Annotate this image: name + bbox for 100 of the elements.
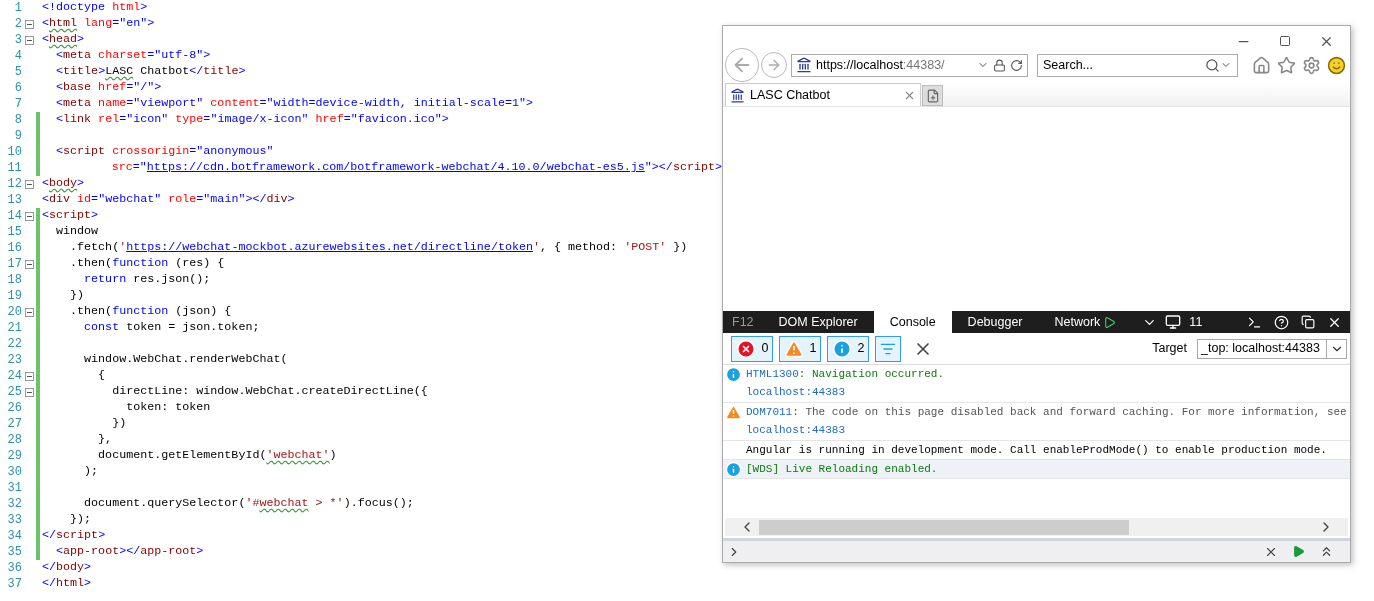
source-link[interactable]: localhost:44383 [746,422,846,439]
code-line: <script> [42,207,99,225]
code-line: }) [69,287,85,305]
line-number: 9 [13,128,22,145]
filter-button[interactable]: 0 [731,335,773,362]
star-icon[interactable] [1277,55,1296,75]
code-line: <meta name="viewport" content="width=device-width, initial-scale=1"> [55,95,533,113]
code-line: document.getElementById('webchat') [97,447,337,465]
console-message[interactable]: HTML1300: Navigation occurred. localhost:44383 [723,365,1350,403]
devtools-tab[interactable]: Console [873,311,952,333]
filter-button[interactable]: 1 [779,335,821,362]
scrollbar-thumb[interactable] [759,519,1129,535]
fold-toggle-icon[interactable] [24,211,34,221]
source-link[interactable]: localhost:44383 [746,384,846,401]
code-line: <head> [42,31,85,49]
console-message[interactable]: Angular is running in development mode. Call enableProdMode() to enable production mode. [723,441,1350,460]
fold-toggle-icon[interactable] [24,387,34,397]
line-number: 12 [6,176,22,193]
line-number: 13 [6,192,22,209]
maximize-icon[interactable] [1279,35,1291,47]
line-number: 32 [6,496,22,513]
code-line: document.querySelector('#webchat > *').focus(); [83,495,414,513]
message-code-link[interactable]: HTML1300 [746,365,799,383]
message-code-link[interactable]: DOM7011 [746,403,793,421]
line-number: 15 [6,224,22,241]
line-number: 18 [6,272,22,289]
code-line: .then(function (res) { [69,255,225,273]
code-url[interactable]: https://webchat-mockbot.azurewebsites.net/directline/token [126,240,533,255]
smiley-icon[interactable] [1327,55,1346,75]
code-line: <base href="/"> [55,79,162,97]
fold-toggle-icon[interactable] [24,307,34,317]
code-line: { [97,367,106,385]
search-icon[interactable] [1205,57,1220,73]
emulation-version[interactable]: 11 [1189,312,1203,332]
search-input[interactable]: Search... [1043,55,1205,75]
line-number: 36 [6,560,22,577]
target-label: Target [1152,340,1187,358]
line-number: 21 [6,320,22,337]
devtools-tab[interactable]: Network [1038,311,1133,333]
code-line: <link rel="icon" type="image/x-icon" href="favicon.ico"> [55,111,449,129]
fold-toggle-icon[interactable] [24,19,34,29]
code-line: <!doctype html> [42,0,148,17]
warning-icon [783,338,804,359]
devtools-tab[interactable]: DOM Explorer [762,311,874,333]
line-number: 14 [6,208,22,225]
fold-toggle-icon[interactable] [24,371,34,381]
home-icon[interactable] [1252,55,1271,75]
address-bar[interactable]: https://localhost:44383/ [791,53,1028,77]
line-number: 5 [13,64,22,81]
line-number: 6 [13,80,22,97]
code-url[interactable]: https://cdn.botframework.com/botframework-webchat/4.10.0/webchat-es5.js [146,160,645,175]
code-line: </body> [42,559,92,577]
line-number: 22 [6,336,22,353]
settings-icon[interactable] [1302,55,1321,75]
message-text: [WDS] Live Reloading enabled. [746,461,938,477]
refresh-icon[interactable] [1010,58,1023,72]
console-icon[interactable] [1247,314,1262,330]
code-line: .fetch('https://webchat-mockbot.azurewebsites.net/directline/token', { method: 'POST' }) [69,239,688,257]
help-icon[interactable] [1274,314,1289,330]
play-icon [1103,315,1117,329]
horizontal-scrollbar[interactable] [725,518,1348,536]
line-number: 29 [6,448,22,465]
clear-on-navigate-button[interactable] [875,335,901,362]
console-message[interactable]: DOM7011: The code on this page disabled back and forward caching. For more information, see localhost:44383 [723,403,1350,441]
devtools-tab[interactable]: Debugger [951,311,1039,333]
info-icon [831,338,852,359]
search-field[interactable]: Search... [1037,53,1238,77]
fold-toggle-icon[interactable] [24,179,34,189]
code-line: .then(function (json) { [69,303,232,321]
code-line: <app-root></app-root> [55,543,204,561]
line-number: 2 [13,16,22,33]
code-line: window.WebChat.renderWebChat( [83,351,288,369]
site-icon [730,87,745,103]
filter-button[interactable]: 2 [827,335,869,362]
new-tab-button[interactable] [922,85,943,106]
code-line: window [55,223,99,241]
code-line: }); [69,511,92,529]
warning-icon [725,403,742,421]
code-line: const token = json.token; [83,319,260,337]
browser-tab[interactable]: LASC Chatbot [725,83,921,106]
restore-icon[interactable] [1301,315,1315,329]
line-number: 4 [13,48,22,65]
line-number: 1 [13,0,22,17]
message-text: : The code on this page disabled back and forward caching. For more information, see [792,404,1347,420]
code-line: <body> [42,175,85,193]
code-line: <script crossorigin="anonymous" [55,143,274,161]
code-line: </html> [42,575,92,593]
line-number: 20 [6,304,22,321]
run-icon[interactable] [1292,545,1305,558]
address-url: https://localhost:44383/ [816,56,945,74]
fold-toggle-icon[interactable] [24,35,34,45]
new-page-icon [925,88,940,103]
target-select[interactable]: _top: localhost:44383 [1197,338,1347,359]
monitor-icon[interactable] [1165,314,1182,330]
tab-title: LASC Chatbot [750,86,831,104]
console-message[interactable]: [WDS] Live Reloading enabled. [723,460,1350,479]
line-number: 28 [6,432,22,449]
fold-toggle-icon[interactable] [24,259,34,269]
line-number: 37 [6,576,22,593]
code-line: <title>LASC Chatbot</title> [55,63,246,81]
